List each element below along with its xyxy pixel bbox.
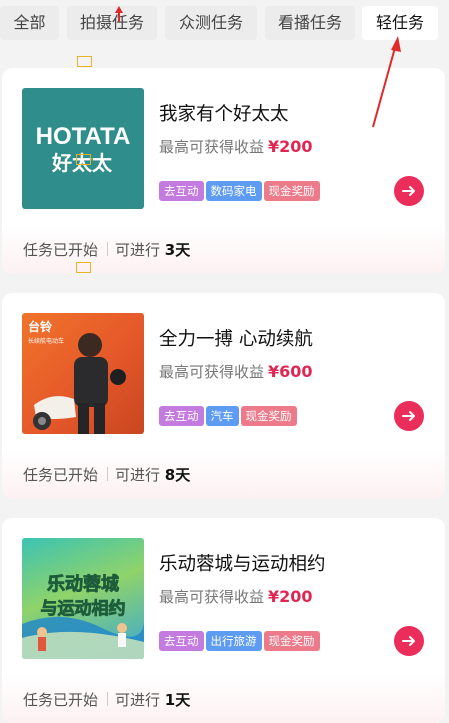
annotation-marker-box <box>77 56 92 67</box>
annotation-marker-box <box>76 154 91 165</box>
annotation-overlay <box>115 6 401 128</box>
annotation-small-arrow-icon <box>115 6 123 22</box>
annotation-marker-box <box>76 262 91 273</box>
annotation-arrow-icon <box>372 36 401 128</box>
